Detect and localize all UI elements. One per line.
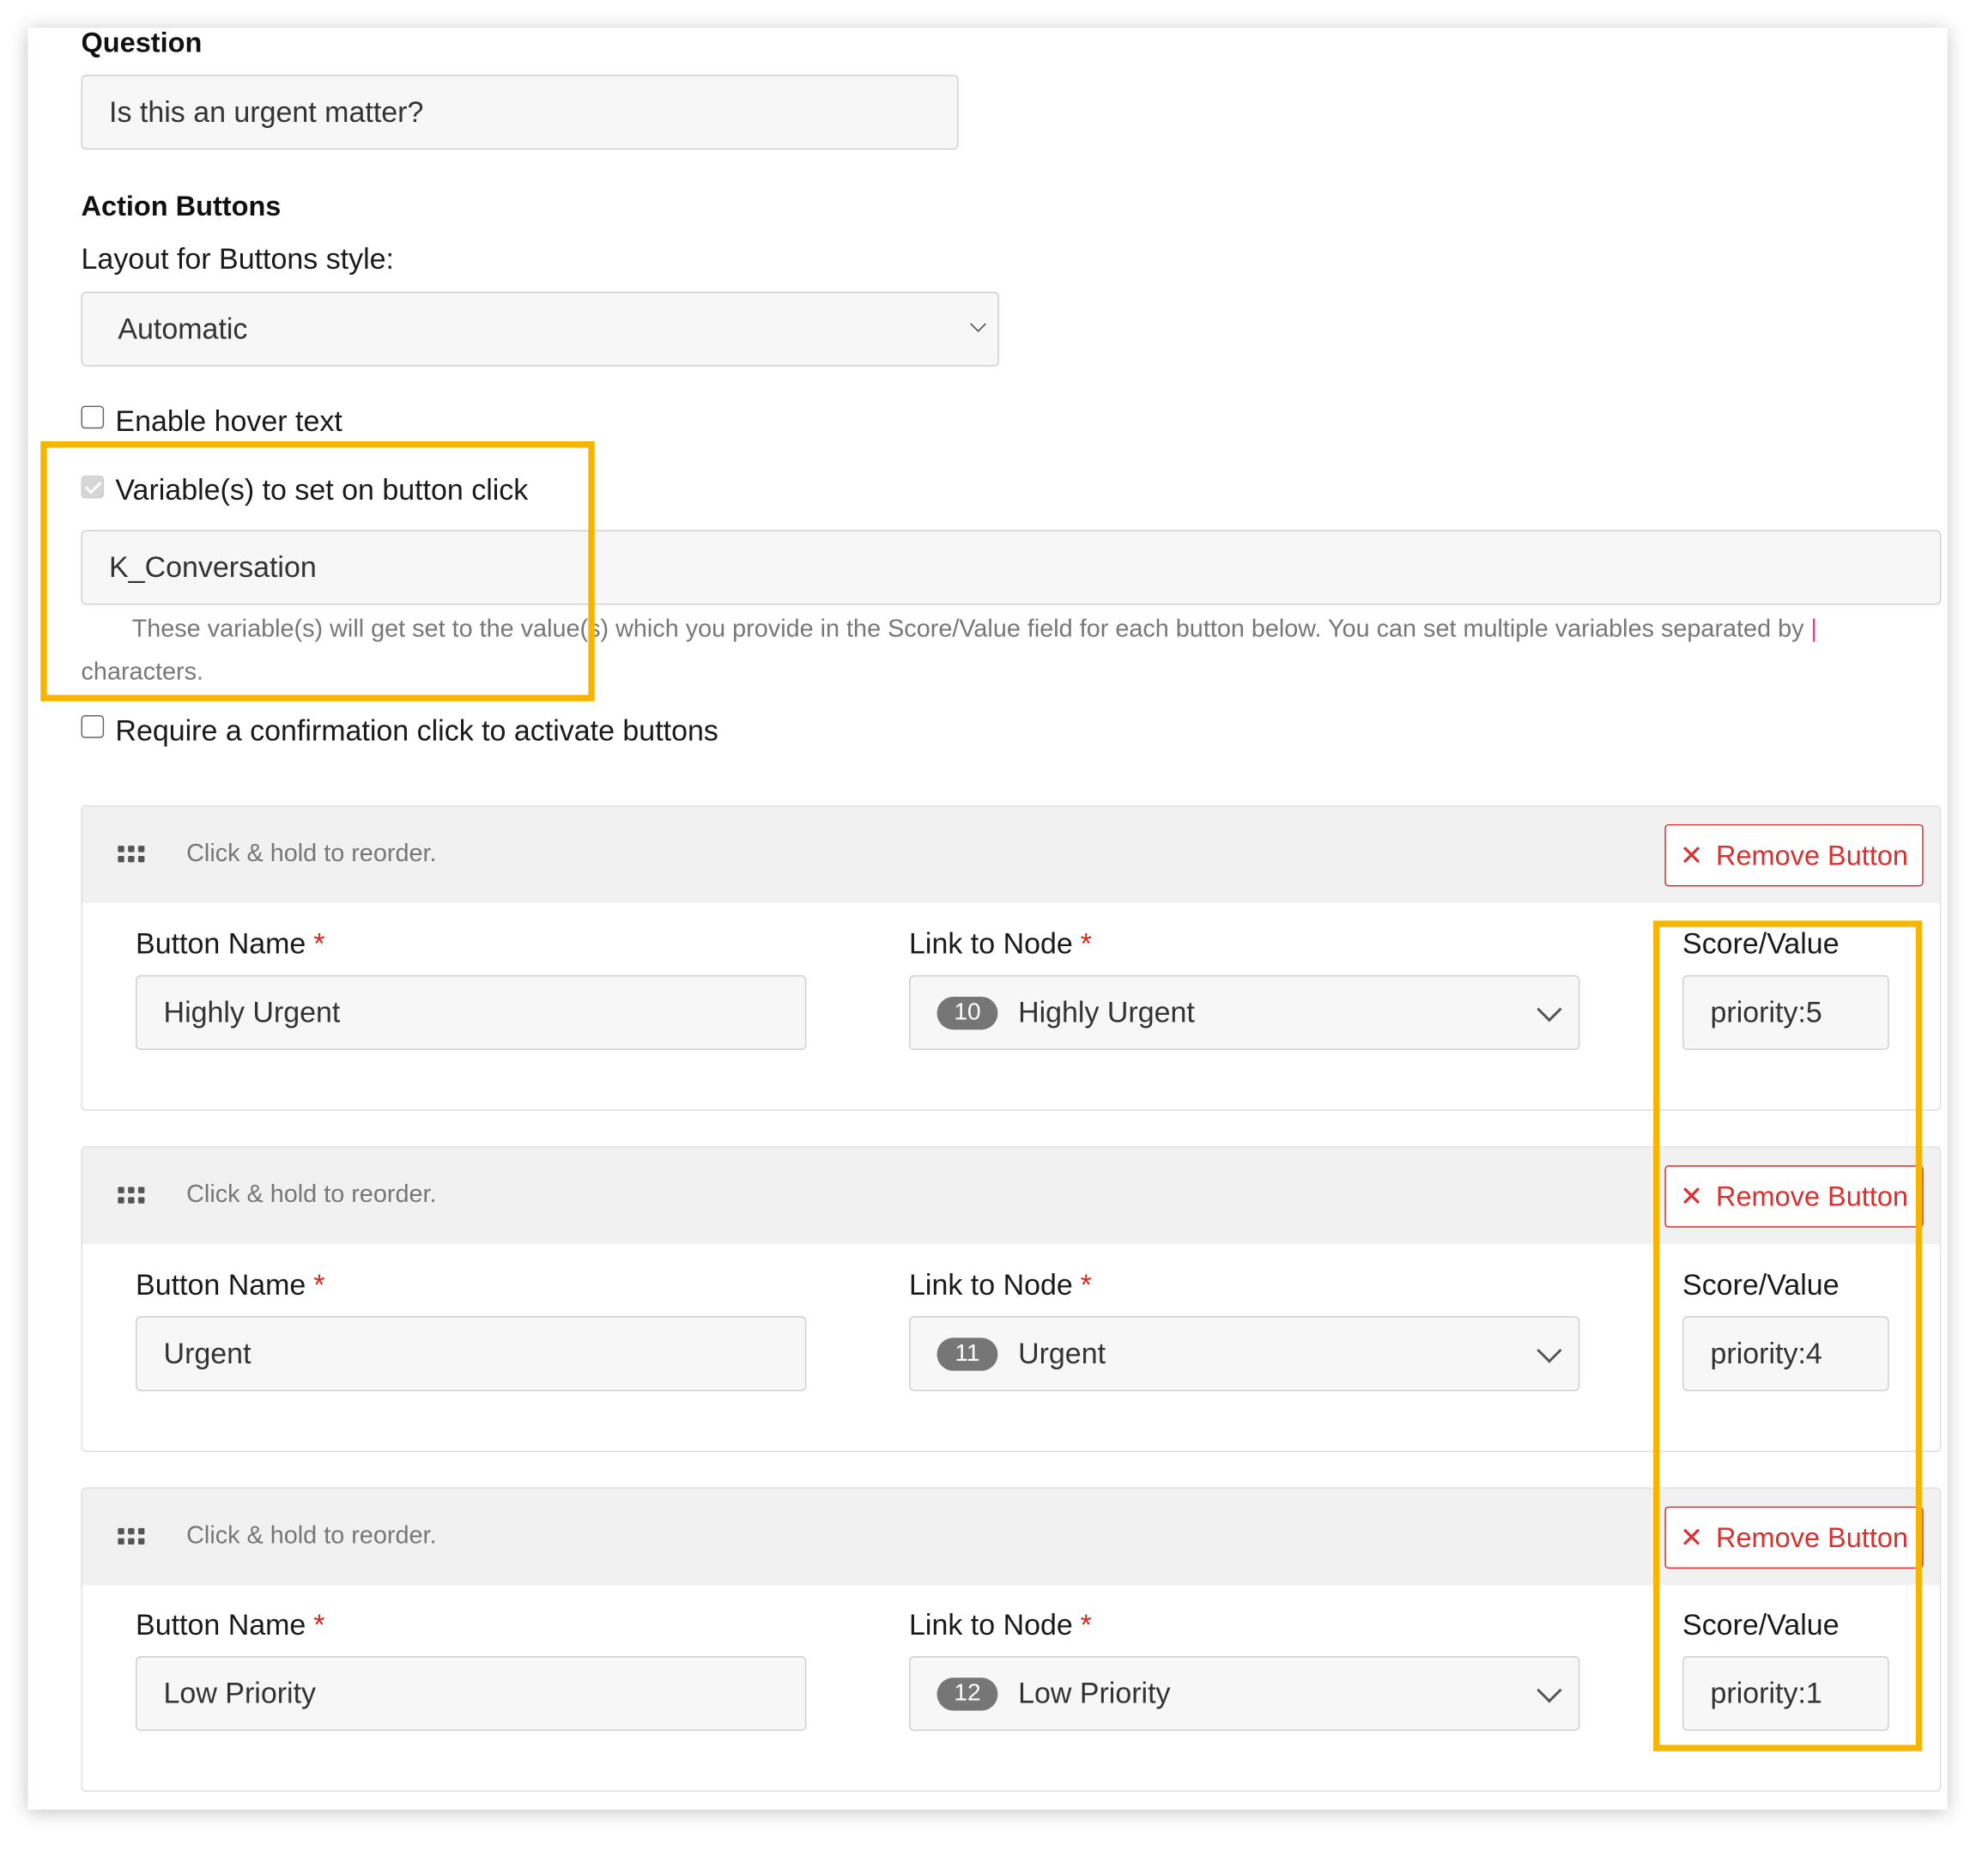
node-name: Urgent <box>1018 1336 1106 1370</box>
hover-text-label: Enable hover text <box>115 404 342 438</box>
remove-button[interactable]: ✕ Remove Button <box>1664 1506 1924 1569</box>
variables-label: Variable(s) to set on button click <box>115 472 529 507</box>
link-to-node-label: Link to Node * <box>909 1268 1092 1302</box>
question-label: Question <box>81 27 203 58</box>
confirm-checkbox[interactable] <box>81 715 105 738</box>
link-to-node-label: Link to Node * <box>909 1607 1092 1642</box>
button-name-label: Button Name * <box>136 1268 325 1302</box>
variables-input[interactable]: K_Conversation <box>81 530 1942 605</box>
variables-checkbox[interactable] <box>81 475 105 499</box>
chevron-down-icon <box>1536 997 1562 1023</box>
chevron-down-icon <box>1536 1678 1562 1703</box>
reorder-hint: Click & hold to reorder. <box>186 839 437 868</box>
pipe-char: | <box>1810 615 1818 643</box>
close-icon: ✕ <box>1680 1520 1704 1553</box>
button-panel: Click & hold to reorder. ✕ Remove Button… <box>81 804 1942 1111</box>
layout-select[interactable]: Automatic <box>81 291 999 367</box>
node-id-badge: 12 <box>936 1677 998 1710</box>
reorder-hint: Click & hold to reorder. <box>186 1180 437 1209</box>
remove-button[interactable]: ✕ Remove Button <box>1664 1165 1924 1228</box>
variables-help-end: characters. <box>81 658 203 687</box>
action-buttons-heading: Action Buttons <box>81 190 282 222</box>
link-to-node-label: Link to Node * <box>909 926 1092 961</box>
variables-help-main: These variable(s) will get set to the va… <box>131 615 1804 643</box>
score-value: priority:5 <box>1710 995 1822 1029</box>
button-name-value: Highly Urgent <box>163 995 341 1029</box>
remove-button[interactable]: ✕ Remove Button <box>1664 824 1924 887</box>
node-name: Highly Urgent <box>1018 995 1195 1029</box>
button-name-input[interactable]: Urgent <box>136 1316 807 1392</box>
question-input[interactable]: Is this an urgent matter? <box>81 75 959 150</box>
button-name-value: Low Priority <box>163 1676 317 1710</box>
hover-text-checkbox[interactable] <box>81 405 105 429</box>
node-id-badge: 10 <box>936 996 998 1029</box>
button-name-input[interactable]: Highly Urgent <box>136 974 807 1050</box>
remove-button-label: Remove Button <box>1716 1180 1908 1212</box>
variables-help-text: These variable(s) will get set to the va… <box>82 608 1907 694</box>
remove-button-label: Remove Button <box>1716 839 1908 871</box>
score-value: priority:4 <box>1710 1336 1822 1370</box>
score-value-input[interactable]: priority:4 <box>1682 1316 1889 1392</box>
button-panel: Click & hold to reorder. ✕ Remove Button… <box>81 1146 1942 1453</box>
button-name-input[interactable]: Low Priority <box>136 1656 807 1732</box>
panel-header[interactable]: Click & hold to reorder. ✕ Remove Button <box>82 1489 1940 1586</box>
layout-select-value: Automatic <box>118 312 248 345</box>
close-icon: ✕ <box>1680 839 1704 871</box>
button-name-label: Button Name * <box>136 1607 325 1642</box>
drag-handle-icon[interactable] <box>118 1527 145 1546</box>
score-value-label: Score/Value <box>1682 926 1840 961</box>
panel-header[interactable]: Click & hold to reorder. ✕ Remove Button <box>82 806 1940 903</box>
button-panel: Click & hold to reorder. ✕ Remove Button… <box>81 1487 1942 1793</box>
score-value-input[interactable]: priority:5 <box>1682 974 1889 1050</box>
score-value-label: Score/Value <box>1682 1268 1840 1302</box>
close-icon: ✕ <box>1680 1180 1704 1212</box>
link-to-node-select[interactable]: 10 Highly Urgent <box>909 974 1580 1050</box>
chevron-down-icon <box>970 315 986 332</box>
reorder-hint: Click & hold to reorder. <box>186 1521 437 1550</box>
drag-handle-icon[interactable] <box>118 1186 145 1205</box>
button-name-label: Button Name * <box>136 926 325 961</box>
link-to-node-select[interactable]: 11 Urgent <box>909 1316 1580 1392</box>
panel-header[interactable]: Click & hold to reorder. ✕ Remove Button <box>82 1147 1940 1244</box>
link-to-node-select[interactable]: 12 Low Priority <box>909 1656 1580 1732</box>
node-id-badge: 11 <box>936 1337 998 1370</box>
chevron-down-icon <box>1536 1338 1562 1363</box>
drag-handle-icon[interactable] <box>118 846 145 864</box>
score-value: priority:1 <box>1710 1676 1822 1710</box>
layout-label: Layout for Buttons style: <box>81 242 394 276</box>
node-name: Low Priority <box>1018 1676 1171 1710</box>
score-value-label: Score/Value <box>1682 1607 1840 1642</box>
confirm-label: Require a confirmation click to activate… <box>115 713 718 747</box>
button-name-value: Urgent <box>163 1336 252 1370</box>
question-input-value: Is this an urgent matter? <box>109 94 424 129</box>
variables-input-value: K_Conversation <box>109 550 317 584</box>
score-value-input[interactable]: priority:1 <box>1682 1656 1889 1732</box>
remove-button-label: Remove Button <box>1716 1520 1908 1553</box>
